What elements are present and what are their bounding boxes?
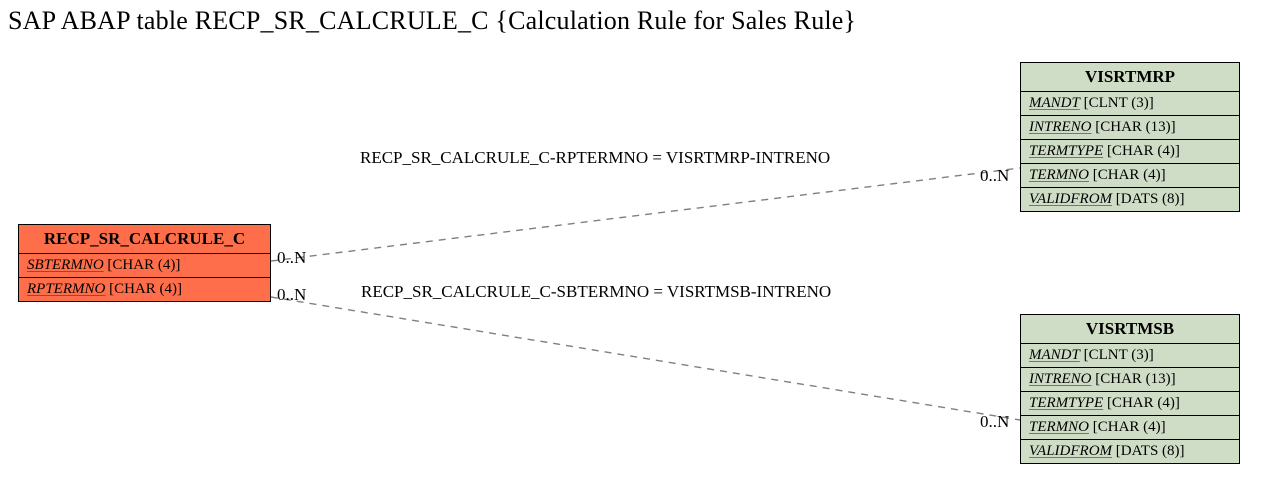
entity-field-row: VALIDFROM [DATS (8)]	[1021, 187, 1239, 211]
cardinality-right-r1: 0..N	[980, 166, 1009, 186]
entity-field-row: TERMTYPE [CHAR (4)]	[1021, 139, 1239, 163]
field-name: MANDT	[1029, 95, 1080, 111]
field-type: [CLNT (3)]	[1084, 95, 1154, 111]
entity-recp-sr-calcrule-c: RECP_SR_CALCRULE_C SBTERMNO [CHAR (4)] R…	[18, 224, 271, 302]
field-name: TERMNO	[1029, 419, 1089, 435]
field-name: INTRENO	[1029, 371, 1092, 387]
field-type: [CHAR (4)]	[1107, 143, 1180, 159]
entity-field-row: MANDT [CLNT (3)]	[1021, 344, 1239, 367]
field-type: [CHAR (13)]	[1095, 371, 1175, 387]
field-type: [DATS (8)]	[1116, 191, 1185, 207]
field-type: [CHAR (4)]	[1107, 395, 1180, 411]
entity-field-row: TERMNO [CHAR (4)]	[1021, 163, 1239, 187]
field-name: INTRENO	[1029, 119, 1092, 135]
entity-field-row: SBTERMNO [CHAR (4)]	[19, 254, 270, 277]
entity-field-row: TERMTYPE [CHAR (4)]	[1021, 391, 1239, 415]
cardinality-left-r1: 0..N	[277, 248, 306, 268]
relation-label-r1: RECP_SR_CALCRULE_C-RPTERMNO = VISRTMRP-I…	[360, 148, 830, 168]
entity-header: RECP_SR_CALCRULE_C	[19, 225, 270, 254]
field-type: [CHAR (4)]	[1093, 419, 1166, 435]
field-name: TERMNO	[1029, 167, 1089, 183]
entity-field-row: INTRENO [CHAR (13)]	[1021, 367, 1239, 391]
entity-visrtmsb: VISRTMSB MANDT [CLNT (3)] INTRENO [CHAR …	[1020, 314, 1240, 464]
cardinality-right-r2: 0..N	[980, 412, 1009, 432]
field-type: [CHAR (4)]	[109, 281, 182, 297]
field-name: SBTERMNO	[27, 257, 104, 273]
field-name: VALIDFROM	[1029, 191, 1112, 207]
page-title: SAP ABAP table RECP_SR_CALCRULE_C {Calcu…	[8, 6, 856, 36]
relation-label-r2: RECP_SR_CALCRULE_C-SBTERMNO = VISRTMSB-I…	[361, 282, 831, 302]
field-type: [DATS (8)]	[1116, 443, 1185, 459]
field-name: TERMTYPE	[1029, 143, 1103, 159]
entity-field-row: VALIDFROM [DATS (8)]	[1021, 439, 1239, 463]
entity-header: VISRTMRP	[1021, 63, 1239, 92]
field-name: TERMTYPE	[1029, 395, 1103, 411]
entity-field-row: TERMNO [CHAR (4)]	[1021, 415, 1239, 439]
entity-field-row: RPTERMNO [CHAR (4)]	[19, 277, 270, 301]
field-name: MANDT	[1029, 347, 1080, 363]
field-type: [CLNT (3)]	[1084, 347, 1154, 363]
field-name: VALIDFROM	[1029, 443, 1112, 459]
entity-header: VISRTMSB	[1021, 315, 1239, 344]
cardinality-left-r2: 0..N	[277, 285, 306, 305]
entity-field-row: INTRENO [CHAR (13)]	[1021, 115, 1239, 139]
field-type: [CHAR (4)]	[1093, 167, 1166, 183]
field-type: [CHAR (13)]	[1095, 119, 1175, 135]
entity-visrtmrp: VISRTMRP MANDT [CLNT (3)] INTRENO [CHAR …	[1020, 62, 1240, 212]
entity-field-row: MANDT [CLNT (3)]	[1021, 92, 1239, 115]
field-type: [CHAR (4)]	[107, 257, 180, 273]
field-name: RPTERMNO	[27, 281, 105, 297]
